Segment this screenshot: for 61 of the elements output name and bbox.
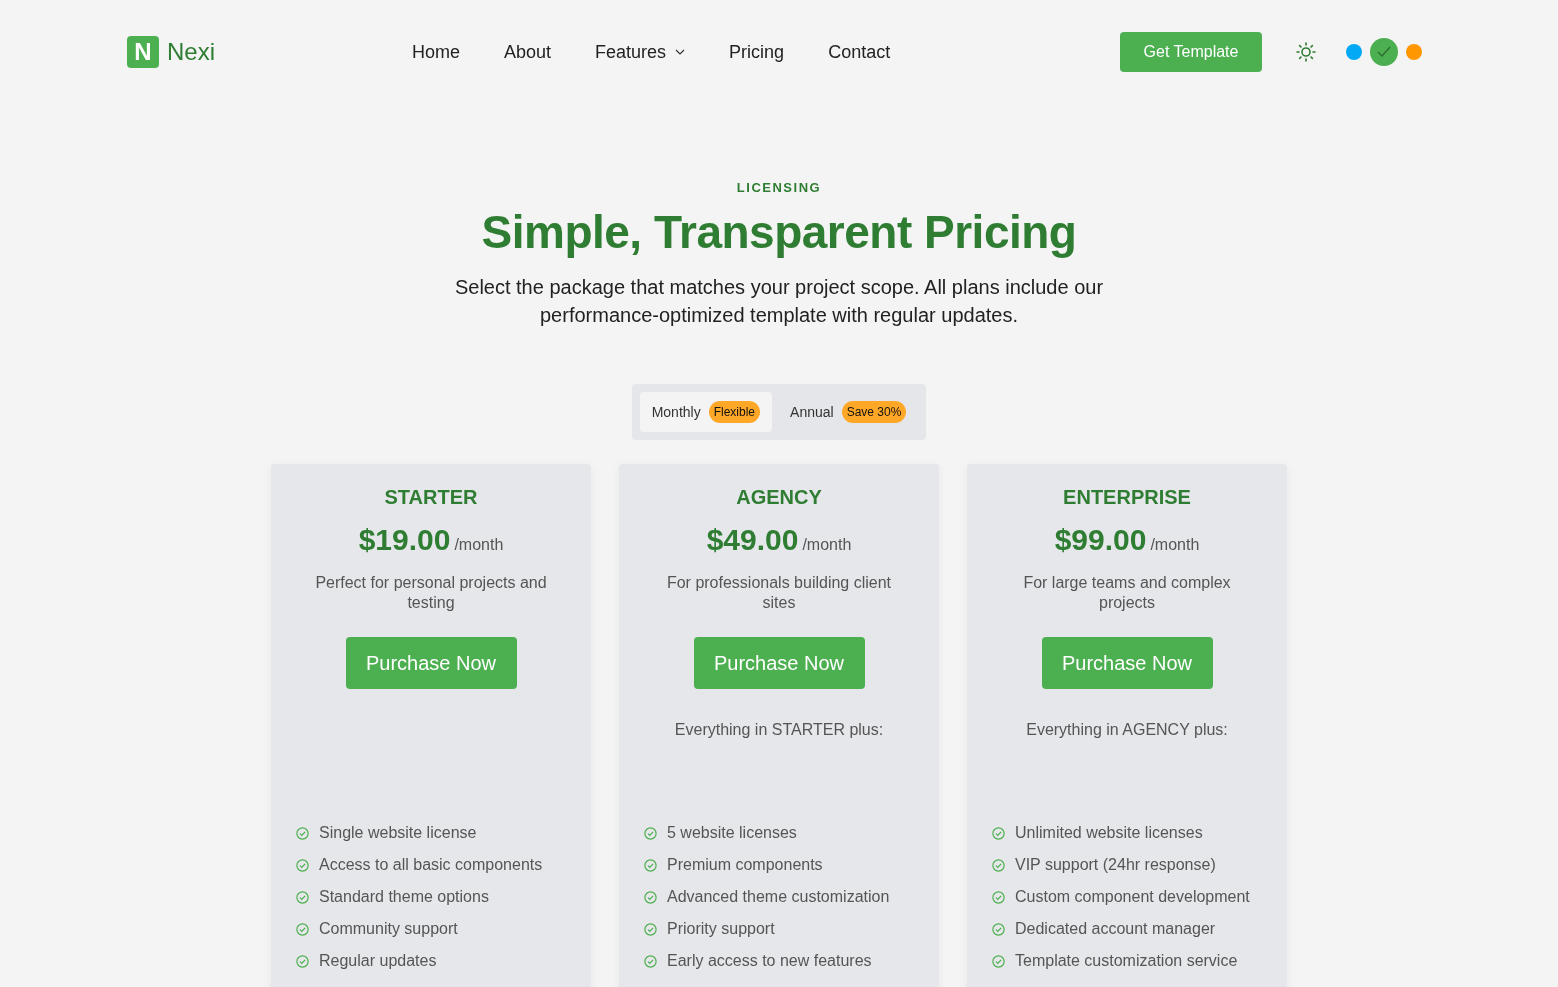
feature-text: 5 website licenses — [667, 823, 797, 843]
feature-text: Standard theme options — [319, 887, 489, 907]
nav-link[interactable]: Contact — [828, 41, 891, 63]
nav-link[interactable]: About — [504, 41, 552, 63]
feature-text: Premium components — [667, 855, 823, 875]
plan-name: AGENCY — [736, 486, 822, 509]
plan-name: ENTERPRISE — [1063, 486, 1191, 509]
check-circle-icon — [644, 858, 657, 872]
section-label: LICENSING — [736, 180, 822, 195]
page-title: Simple, Transparent Pricing — [481, 205, 1077, 259]
feature-text: Advanced theme customization — [667, 887, 890, 907]
check-circle-icon — [296, 922, 309, 936]
check-circle-icon — [992, 890, 1005, 904]
check-circle-icon — [296, 954, 309, 968]
check-circle-icon — [644, 890, 657, 904]
feature-text: Custom component development — [1015, 887, 1250, 907]
plan-description: For professionals building client sites — [665, 573, 893, 613]
nav-link[interactable]: Features — [595, 41, 686, 63]
price-period: /month — [454, 536, 504, 554]
feature-text: Regular updates — [319, 951, 437, 971]
theme-color-dot[interactable] — [1346, 44, 1362, 60]
check-circle-icon — [992, 922, 1005, 936]
nav-link[interactable]: Home — [412, 41, 460, 63]
includes-text: Everything in STARTER plus: — [673, 721, 885, 739]
page-subtitle: Select the package that matches your project scope. All plans include our performance-optimized template with regular updates. — [453, 275, 1105, 328]
billing-option[interactable]: Monthly Flexible — [639, 392, 773, 432]
check-circle-icon — [296, 890, 309, 904]
feature-text: Dedicated account manager — [1015, 919, 1216, 939]
plan-price: $19.00 — [358, 523, 451, 557]
check-circle-icon — [644, 954, 657, 968]
check-circle-icon — [992, 858, 1005, 872]
check-circle-icon — [992, 826, 1005, 840]
plan-description: Perfect for personal projects and testing — [314, 573, 548, 613]
includes-text: Everything in AGENCY plus: — [1025, 721, 1229, 739]
check-circle-icon — [644, 826, 657, 840]
feature-text: Early access to new features — [667, 951, 872, 971]
theme-color-dot[interactable] — [1406, 44, 1422, 60]
check-circle-icon — [296, 826, 309, 840]
sun-icon[interactable] — [1296, 42, 1316, 62]
check-circle-icon — [644, 922, 657, 936]
feature-text: VIP support (24hr response) — [1015, 855, 1216, 875]
feature-text: Single website license — [319, 823, 477, 843]
billing-badge: Flexible — [708, 401, 761, 423]
plan-description: For large teams and complex projects — [1022, 573, 1232, 613]
feature-text: Priority support — [667, 919, 775, 939]
plan-price: $99.00 — [1054, 523, 1147, 557]
billing-option[interactable]: Annual Save 30% — [778, 392, 919, 432]
price-period: /month — [802, 536, 852, 554]
billing-badge: Save 30% — [841, 401, 907, 423]
feature-text: Access to all basic components — [319, 855, 543, 875]
feature-text: Unlimited website licenses — [1015, 823, 1203, 843]
theme-color-dot[interactable] — [1370, 38, 1398, 66]
check-circle-icon — [992, 954, 1005, 968]
plan-name: STARTER — [384, 486, 478, 509]
plan-price: $49.00 — [706, 523, 799, 557]
feature-text: Community support — [319, 919, 458, 939]
nav-link[interactable]: Pricing — [729, 41, 785, 63]
feature-text: Template customization service — [1015, 951, 1238, 971]
check-circle-icon — [296, 858, 309, 872]
price-period: /month — [1150, 536, 1200, 554]
brand-name[interactable]: Nexi — [167, 38, 215, 66]
